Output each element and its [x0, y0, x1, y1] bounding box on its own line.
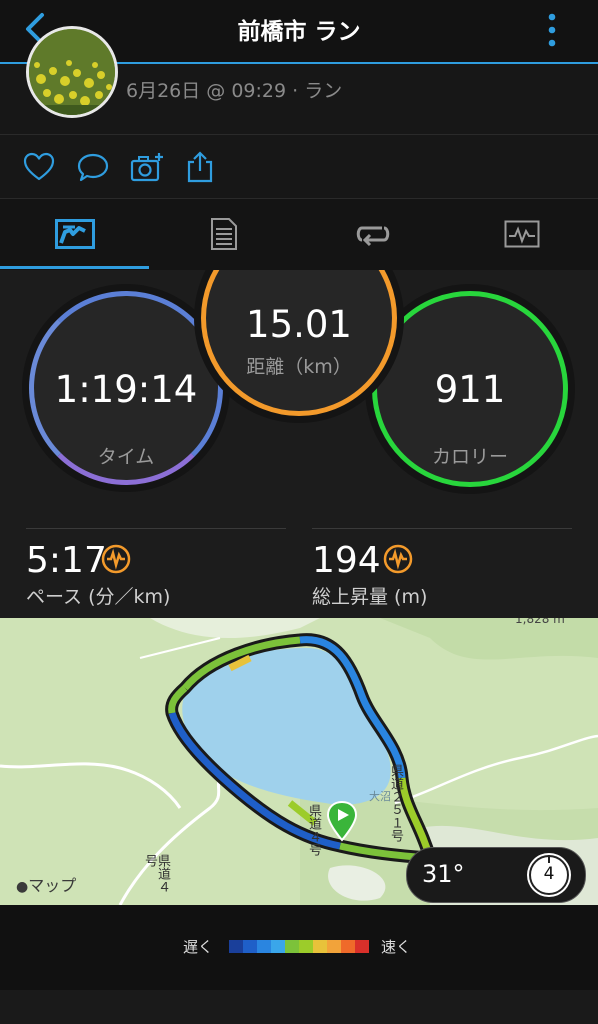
road-label: 県道４号 [142, 854, 170, 893]
next-section-strip [0, 990, 598, 1024]
share-icon [187, 151, 213, 183]
calories-label: カロリー [431, 446, 508, 468]
avatar-photo [29, 29, 115, 115]
compass-needle [548, 855, 550, 863]
elevation-value: 194 [312, 540, 381, 581]
tab-overview[interactable] [0, 198, 149, 270]
legend-swatch [243, 940, 257, 953]
more-menu-button[interactable] [542, 12, 562, 48]
route-map[interactable]: 大沼 県道４号 県道２５１号 県道４号 1,828 m ●マップ 31° 4 [0, 618, 598, 905]
calories-ring: 911 カロリー [372, 291, 568, 487]
legend-swatch [355, 940, 369, 953]
time-label: タイム [97, 446, 155, 468]
calories-value: 911 [434, 368, 506, 411]
apple-logo-icon: ● [16, 879, 29, 895]
compass: 4 [527, 853, 571, 897]
legend-swatch [327, 940, 341, 953]
start-pin-icon [326, 800, 358, 842]
heart-rate-sensor-icon [383, 544, 413, 574]
tab-details[interactable] [149, 198, 298, 270]
pace-label: ペース (分／km) [26, 586, 171, 608]
pace-divider [26, 528, 286, 529]
legend-slow-label: 遅く [183, 938, 214, 956]
stats-panel: 1:19:14 タイム 911 カロリー 15.01 距離（km） 5:17 ペ… [0, 270, 598, 618]
graph-icon [504, 220, 539, 248]
distance-value: 15.01 [246, 303, 352, 346]
distance-label: 距離（km） [246, 356, 352, 378]
road-label: 県道４号 [306, 804, 321, 856]
share-button[interactable] [183, 150, 217, 184]
map-attribution-text: マップ [28, 876, 77, 895]
camera-add-icon [130, 153, 163, 182]
avatar[interactable] [26, 26, 118, 118]
time-ring: 1:19:14 タイム [29, 291, 223, 485]
running-chart-icon [54, 219, 95, 249]
like-button[interactable] [22, 150, 56, 184]
legend-swatch [285, 940, 299, 953]
tab-laps[interactable] [298, 198, 447, 270]
legend-swatch [313, 940, 327, 953]
compass-value: 4 [543, 864, 555, 884]
legend-fast-label: 速く [381, 938, 412, 956]
legend-swatch [257, 940, 271, 953]
map-attribution: ●マップ [16, 872, 76, 896]
legend-swatch [299, 940, 313, 953]
legend-swatch [229, 940, 243, 953]
time-value: 1:19:14 [54, 368, 198, 411]
heart-rate-sensor-icon [101, 544, 131, 574]
start-marker[interactable] [325, 800, 359, 846]
legend-swatch [271, 940, 285, 953]
tab-charts[interactable] [447, 198, 596, 270]
distance-ring: 15.01 距離（km） [201, 270, 397, 416]
road-label: 県道２５１号 [388, 764, 403, 842]
temperature-value: 31° [422, 860, 465, 888]
legend-swatch [341, 940, 355, 953]
active-tab-indicator [0, 266, 149, 269]
heart-icon [23, 152, 55, 181]
comment-button[interactable] [76, 150, 110, 184]
add-photo-button[interactable] [130, 150, 164, 184]
laps-loop-icon [356, 226, 389, 247]
document-icon [210, 218, 237, 250]
activity-date-type: 6月26日 @ 09:29 · ラン [126, 80, 343, 102]
elevation-label: 総上昇量 (m) [312, 586, 428, 608]
speech-bubble-icon [77, 153, 109, 182]
elevation-divider [312, 528, 572, 529]
elevation-sensor-button[interactable] [383, 544, 413, 578]
pace-sensor-button[interactable] [101, 544, 131, 578]
map-scale: 1,828 m [515, 618, 565, 626]
weather-pill[interactable]: 31° 4 [406, 847, 586, 903]
pace-value: 5:17 [26, 540, 107, 581]
vertical-ellipsis-icon [548, 13, 556, 47]
